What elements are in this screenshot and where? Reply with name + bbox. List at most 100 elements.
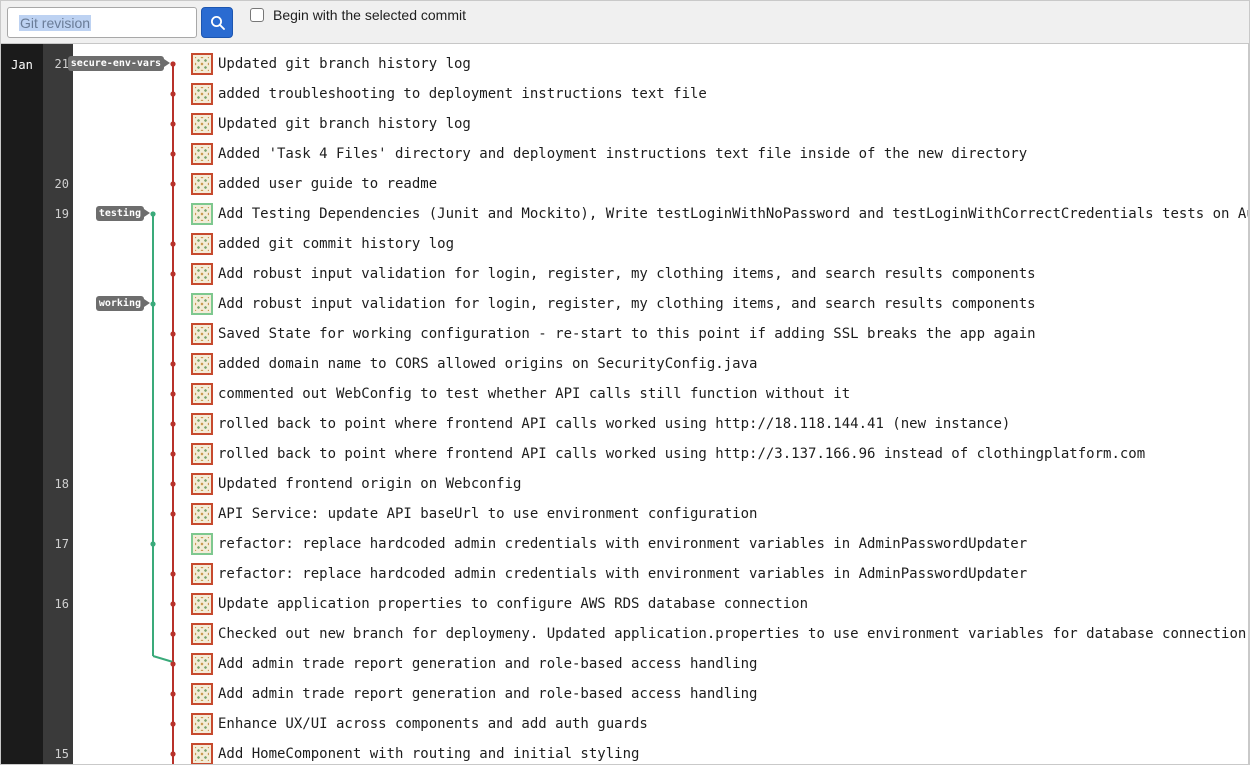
commit-dot[interactable] (170, 631, 176, 637)
commit-message: Add Testing Dependencies (Junit and Mock… (218, 206, 1250, 222)
commit-row[interactable]: Updated git branch history log (191, 109, 1249, 139)
author-avatar (191, 473, 213, 495)
commit-message: Add robust input validation for login, r… (218, 296, 1036, 312)
commit-row[interactable]: added user guide to readme (191, 169, 1249, 199)
author-avatar (191, 713, 213, 735)
commit-message: Updated git branch history log (218, 116, 471, 132)
commit-message: Added 'Task 4 Files' directory and deplo… (218, 146, 1028, 162)
author-avatar (191, 593, 213, 615)
side-branch-merge-line (152, 655, 174, 663)
author-avatar (191, 83, 213, 105)
author-avatar (191, 293, 213, 315)
author-avatar (191, 353, 213, 375)
commit-message: refactor: replace hardcoded admin creden… (218, 536, 1028, 552)
commit-row[interactable]: Enhance UX/UI across components and add … (191, 709, 1249, 739)
author-avatar (191, 383, 213, 405)
author-avatar (191, 533, 213, 555)
commit-dot[interactable] (170, 721, 176, 727)
ref-tag-working[interactable]: working (95, 296, 151, 311)
commit-dot[interactable] (170, 121, 176, 127)
commit-row[interactable]: Updated frontend origin on Webconfig (191, 469, 1249, 499)
commit-dot[interactable] (170, 91, 176, 97)
commit-row[interactable]: Checked out new branch for deploymeny. U… (191, 619, 1249, 649)
commit-dot[interactable] (150, 301, 156, 307)
author-avatar (191, 743, 213, 764)
author-avatar (191, 233, 213, 255)
commit-dot[interactable] (170, 511, 176, 517)
author-avatar (191, 323, 213, 345)
commit-row[interactable]: Saved State for working configuration - … (191, 319, 1249, 349)
commit-row[interactable]: Add admin trade report generation and ro… (191, 679, 1249, 709)
commit-message: commented out WebConfig to test whether … (218, 386, 851, 402)
author-avatar (191, 443, 213, 465)
author-avatar (191, 623, 213, 645)
commit-message: Updated frontend origin on Webconfig (218, 476, 522, 492)
commit-row[interactable]: rolled back to point where frontend API … (191, 409, 1249, 439)
commit-message: added domain name to CORS allowed origin… (218, 356, 758, 372)
commit-message: Checked out new branch for deploymeny. U… (218, 626, 1247, 642)
commit-row[interactable]: added domain name to CORS allowed origin… (191, 349, 1249, 379)
author-avatar (191, 563, 213, 585)
commit-message: API Service: update API baseUrl to use e… (218, 506, 758, 522)
commit-message: added troubleshooting to deployment inst… (218, 86, 707, 102)
commit-dot[interactable] (170, 661, 176, 667)
commit-dot[interactable] (170, 751, 176, 757)
commit-row[interactable]: Update application properties to configu… (191, 589, 1249, 619)
commit-dot[interactable] (170, 151, 176, 157)
author-avatar (191, 653, 213, 675)
commit-row[interactable]: API Service: update API baseUrl to use e… (191, 499, 1249, 529)
commit-message: Saved State for working configuration - … (218, 326, 1036, 342)
commit-message: Add robust input validation for login, r… (218, 266, 1036, 282)
commit-dot[interactable] (170, 481, 176, 487)
commit-dot[interactable] (170, 61, 176, 67)
commit-row[interactable]: Add robust input validation for login, r… (191, 289, 1249, 319)
commit-dot[interactable] (170, 601, 176, 607)
ref-tag-secure-env-vars[interactable]: secure-env-vars (67, 56, 171, 71)
ref-tag-testing[interactable]: testing (95, 206, 151, 221)
commit-dot[interactable] (170, 451, 176, 457)
commit-row[interactable]: Added 'Task 4 Files' directory and deplo… (191, 139, 1249, 169)
commit-message: Add admin trade report generation and ro… (218, 656, 758, 672)
git-log-window: Git revision Begin with the selected com… (0, 0, 1250, 765)
commit-dot[interactable] (170, 391, 176, 397)
author-avatar (191, 53, 213, 75)
commit-row[interactable]: rolled back to point where frontend API … (191, 439, 1249, 469)
commit-dot[interactable] (150, 211, 156, 217)
commit-message: refactor: replace hardcoded admin creden… (218, 566, 1028, 582)
commit-message: Enhance UX/UI across components and add … (218, 716, 648, 732)
commit-row[interactable]: Updated git branch history log (191, 49, 1249, 79)
author-avatar (191, 413, 213, 435)
commit-message: Add HomeComponent with routing and initi… (218, 746, 640, 762)
commit-row[interactable]: added troubleshooting to deployment inst… (191, 79, 1249, 109)
commit-dot[interactable] (170, 691, 176, 697)
commit-dot[interactable] (170, 421, 176, 427)
commit-message: Updated git branch history log (218, 56, 471, 72)
commit-dot[interactable] (170, 361, 176, 367)
commit-row[interactable]: commented out WebConfig to test whether … (191, 379, 1249, 409)
author-avatar (191, 203, 213, 225)
commit-dot[interactable] (170, 241, 176, 247)
commit-message: Update application properties to configu… (218, 596, 809, 612)
author-avatar (191, 173, 213, 195)
commit-row[interactable]: refactor: replace hardcoded admin creden… (191, 559, 1249, 589)
author-avatar (191, 113, 213, 135)
author-avatar (191, 143, 213, 165)
commit-row[interactable]: Add admin trade report generation and ro… (191, 649, 1249, 679)
commit-row[interactable]: Add Testing Dependencies (Junit and Mock… (191, 199, 1250, 229)
commit-row[interactable]: Add HomeComponent with routing and initi… (191, 739, 1249, 764)
author-avatar (191, 263, 213, 285)
commit-dot[interactable] (150, 541, 156, 547)
commit-dot[interactable] (170, 331, 176, 337)
author-avatar (191, 683, 213, 705)
commit-row[interactable]: added git commit history log (191, 229, 1249, 259)
commit-message: rolled back to point where frontend API … (218, 416, 1011, 432)
commit-message: Add admin trade report generation and ro… (218, 686, 758, 702)
commit-row[interactable]: Add robust input validation for login, r… (191, 259, 1249, 289)
commit-message: rolled back to point where frontend API … (218, 446, 1146, 462)
commit-dot[interactable] (170, 181, 176, 187)
commit-dot[interactable] (170, 271, 176, 277)
right-edge (1248, 44, 1249, 764)
commit-message: added user guide to readme (218, 176, 438, 192)
commit-row[interactable]: refactor: replace hardcoded admin creden… (191, 529, 1249, 559)
commit-dot[interactable] (170, 571, 176, 577)
